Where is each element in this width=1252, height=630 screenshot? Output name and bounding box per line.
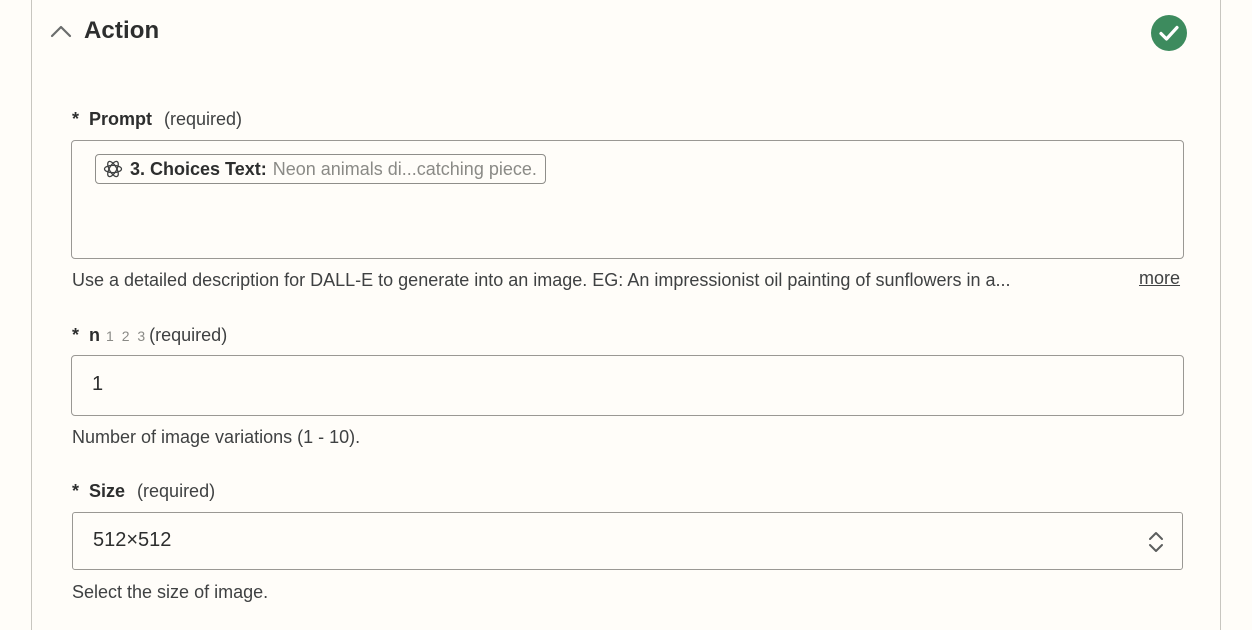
n-help-text: Number of image variations (1 - 10). xyxy=(72,427,361,447)
prompt-help-text: Use a detailed description for DALL-E to… xyxy=(72,270,1011,290)
openai-icon xyxy=(103,160,123,178)
check-circle-icon xyxy=(1151,15,1187,51)
size-label: * Size (required) xyxy=(72,481,215,502)
mapped-field-pill[interactable]: 3. Choices Text: Neon animals di...catch… xyxy=(95,154,546,184)
section-title[interactable]: Action xyxy=(84,17,159,45)
required-text: (required) xyxy=(137,481,216,501)
pill-key: 3. Choices Text: xyxy=(130,158,267,179)
size-help-text: Select the size of image. xyxy=(72,582,269,602)
n-label: * n 1 2 3 (required) xyxy=(72,325,227,346)
prompt-label-text: Prompt xyxy=(89,109,153,129)
size-select-value: 512×512 xyxy=(93,529,172,551)
chevron-up-icon[interactable] xyxy=(50,24,72,38)
n-input-value: 1 xyxy=(92,373,104,395)
more-link[interactable]: more xyxy=(1139,268,1180,289)
n-label-text: n xyxy=(89,325,101,345)
required-marker: * xyxy=(72,109,80,129)
required-marker: * xyxy=(72,325,80,345)
pill-value: Neon animals di...catching piece. xyxy=(272,158,537,179)
required-text: (required) xyxy=(164,109,243,129)
number-type-icon: 1 2 3 xyxy=(106,328,148,344)
n-input[interactable]: 1 xyxy=(71,355,1184,416)
chevron-up-down-icon xyxy=(1149,532,1163,552)
page: Action * Prompt (required) 3. Choices Text… xyxy=(0,0,1252,630)
size-label-text: Size xyxy=(89,481,126,501)
prompt-textarea[interactable]: 3. Choices Text: Neon animals di...catch… xyxy=(71,140,1184,259)
size-select[interactable]: 512×512 xyxy=(72,512,1183,570)
required-text: (required) xyxy=(149,325,228,345)
prompt-label: * Prompt (required) xyxy=(72,109,242,130)
required-marker: * xyxy=(72,481,80,501)
